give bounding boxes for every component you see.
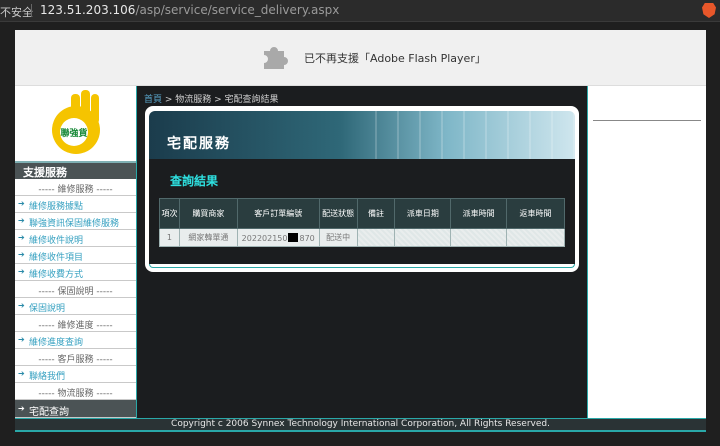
sidebar-menu: ----- 維修服務 ----- 維修服務據點 聯強資訊保固維修服務 維修收件說… <box>15 179 136 418</box>
sidebar-item-repair-intake-items[interactable]: 維修收件項目 <box>15 247 136 264</box>
banner-title: 宅配服務 <box>167 136 231 152</box>
sidebar-item-repair-fees[interactable]: 維修收費方式 <box>15 264 136 281</box>
col-index: 項次 <box>159 198 180 229</box>
sidebar-item-repair-intake-info[interactable]: 維修收件說明 <box>15 230 136 247</box>
synnex-hand-logo[interactable]: 聯強貨 <box>47 88 105 158</box>
address-divider <box>31 4 32 17</box>
sidebar-item-delivery-query[interactable]: 宅配查詢 <box>15 400 136 418</box>
main-content: 首頁 > 物流服務 > 宅配查詢結果 宅配服務 查詢結果 項次 購買商家 客戶訂… <box>136 86 588 418</box>
flash-message: 已不再支援「Adobe Flash Player」 <box>304 52 486 65</box>
col-return-time: 返車時間 <box>506 198 565 229</box>
brave-shield-icon[interactable] <box>702 3 716 18</box>
result-title: 查詢結果 <box>170 174 219 188</box>
sidebar-section-repair: ----- 維修服務 ----- <box>15 179 136 196</box>
sidebar-section-logistics: ----- 物流服務 ----- <box>15 383 136 400</box>
url-path: /asp/service/service_delivery.aspx <box>135 3 340 17</box>
col-merchant: 購買商家 <box>178 198 238 229</box>
cell-dispatch-time <box>450 228 508 247</box>
flash-placeholder: 已不再支援「Adobe Flash Player」 <box>15 30 706 86</box>
breadcrumb-trail: > 物流服務 > 宅配查詢結果 <box>162 95 279 105</box>
logo-text: 聯強貨 <box>60 127 87 139</box>
cell-return-time <box>506 228 565 247</box>
cell-dispatch-date <box>394 228 452 247</box>
sidebar-item-warranty-info[interactable]: 保固說明 <box>15 298 136 315</box>
sidebar-item-repair-locations[interactable]: 維修服務據點 <box>15 196 136 213</box>
puzzle-icon <box>264 47 288 69</box>
footer-accent-line <box>15 430 706 432</box>
sidebar: 聯強貨 支援服務 ----- 維修服務 ----- 維修服務據點 聯強資訊保固維… <box>15 86 136 418</box>
sidebar-section-progress: ----- 維修進度 ----- <box>15 315 136 332</box>
panel-bottom-edge <box>149 264 575 268</box>
copyright-text: Copyright c 2006 Synnex Technology Inter… <box>171 419 550 429</box>
col-dispatch-date: 派車日期 <box>394 198 452 229</box>
order-number-prefix: 202202150 <box>241 233 288 243</box>
sidebar-header: 支援服務 <box>15 161 136 179</box>
url-text[interactable]: 123.51.203.106/asp/service/service_deliv… <box>40 3 339 17</box>
col-note: 備註 <box>356 198 396 229</box>
table-row: 1 網家韓單通 202202150 870 配送中 <box>159 228 565 247</box>
sidebar-section-warranty: ----- 保固說明 ----- <box>15 281 136 298</box>
cell-order-number: 202202150 870 <box>236 228 320 247</box>
url-host: 123.51.203.106 <box>40 3 136 17</box>
breadcrumb-home-link[interactable]: 首頁 <box>144 95 162 105</box>
right-divider <box>593 120 701 121</box>
col-status: 配送狀態 <box>318 198 358 229</box>
sidebar-item-contact-us[interactable]: 聯絡我們 <box>15 366 136 383</box>
cell-merchant: 網家韓單通 <box>178 228 238 247</box>
sidebar-section-customer: ----- 客戶服務 ----- <box>15 349 136 366</box>
col-order-number: 客戶訂單編號 <box>236 198 320 229</box>
table-header-row: 項次 購買商家 客戶訂單編號 配送狀態 備註 派車日期 派車時間 返車時間 <box>159 198 565 229</box>
banner-building-graphic <box>375 111 575 159</box>
cell-status: 配送中 <box>318 228 358 247</box>
result-area: 查詢結果 項次 購買商家 客戶訂單編號 配送狀態 備註 派車日期 派車時間 返車… <box>149 159 575 264</box>
delivery-banner: 宅配服務 <box>149 111 575 159</box>
sidebar-header-label: 支援服務 <box>23 166 67 179</box>
result-table: 項次 購買商家 客戶訂單編號 配送狀態 備註 派車日期 派車時間 返車時間 1 <box>159 198 565 247</box>
order-number-suffix: 870 <box>299 233 315 243</box>
sidebar-item-warranty-repair-service[interactable]: 聯強資訊保固維修服務 <box>15 213 136 230</box>
right-sidebar <box>588 86 706 418</box>
address-bar[interactable]: 不安全 123.51.203.106/asp/service/service_d… <box>0 0 720 22</box>
cell-index: 1 <box>159 228 180 247</box>
col-dispatch-time: 派車時間 <box>450 198 508 229</box>
breadcrumb: 首頁 > 物流服務 > 宅配查詢結果 <box>144 92 279 105</box>
security-warning-label[interactable]: 不安全 <box>0 4 33 20</box>
footer: Copyright c 2006 Synnex Technology Inter… <box>15 418 706 430</box>
cell-note <box>356 228 396 247</box>
page: 已不再支援「Adobe Flash Player」 聯強貨 支援服務 -----… <box>0 22 720 446</box>
delivery-panel: 宅配服務 查詢結果 項次 購買商家 客戶訂單編號 配送狀態 備註 派車日期 派車… <box>145 106 579 272</box>
redaction-block <box>288 232 299 242</box>
sidebar-item-repair-progress[interactable]: 維修進度查詢 <box>15 332 136 349</box>
